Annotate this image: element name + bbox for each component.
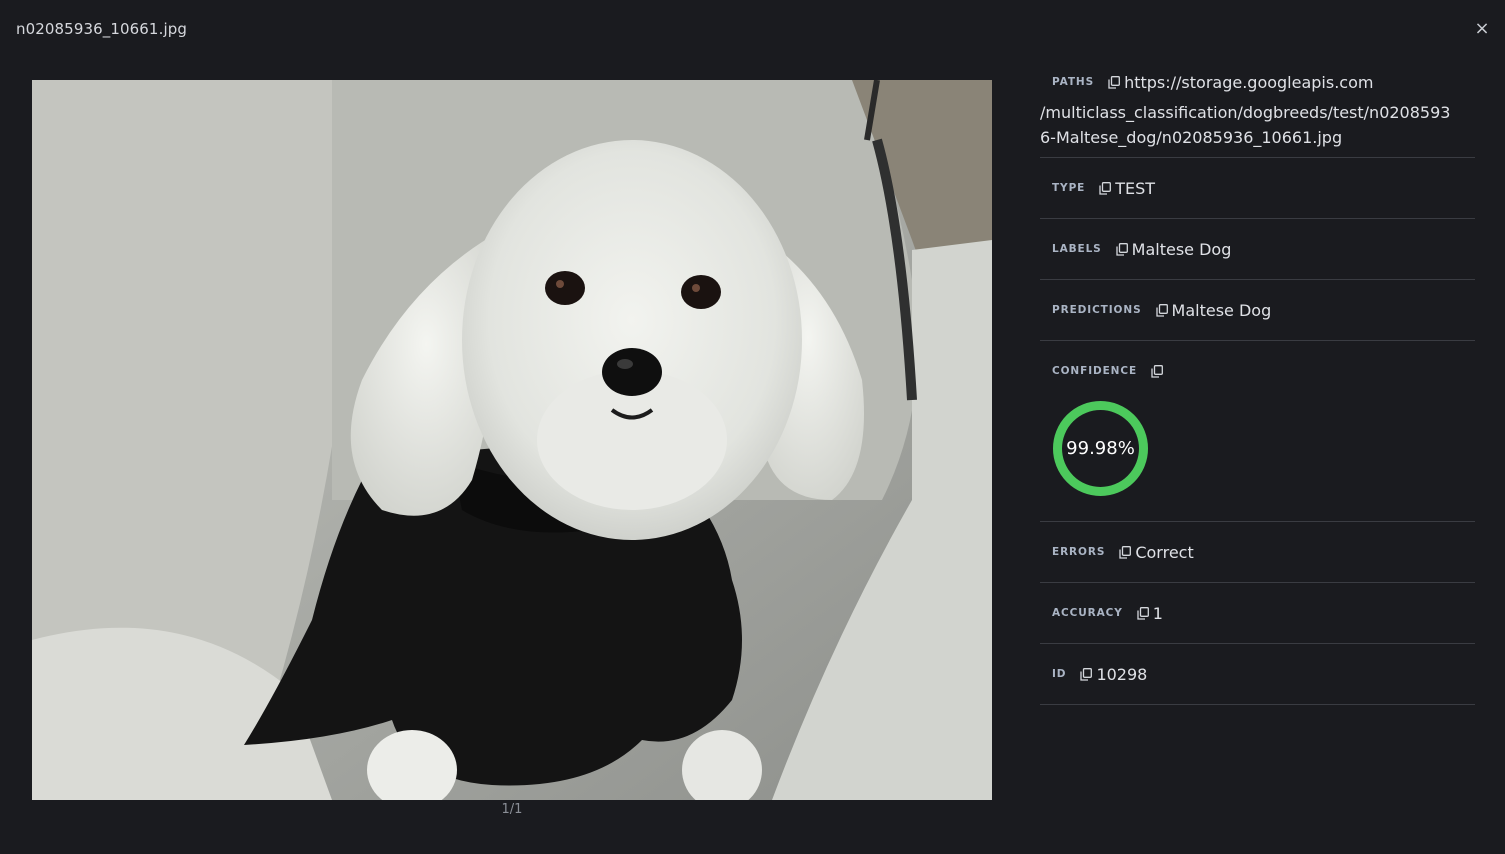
field-type: type TEST <box>1040 158 1475 219</box>
field-key-id: id <box>1052 668 1067 680</box>
field-accuracy: accuracy 1 <box>1040 583 1475 644</box>
field-labels: labels Maltese Dog <box>1040 219 1475 280</box>
field-value-paths-rest: /multiclass_classification/dogbreeds/tes… <box>1040 103 1451 147</box>
dog-image <box>32 80 992 800</box>
field-value-labels: Maltese Dog <box>1131 239 1232 259</box>
copy-icon[interactable] <box>1099 181 1112 195</box>
field-key-labels: labels <box>1052 243 1102 255</box>
copy-icon[interactable] <box>1151 364 1164 378</box>
copy-icon[interactable] <box>1155 303 1168 317</box>
close-icon[interactable]: × <box>1471 18 1493 40</box>
field-value-predictions: Maltese Dog <box>1171 300 1272 320</box>
modal-title: n02085936_10661.jpg <box>16 20 187 38</box>
field-confidence: confidence 99.98% <box>1040 341 1475 522</box>
metadata-panel: paths https://storage.googleapis.com /mu… <box>1040 62 1475 705</box>
field-value-errors: Correct <box>1135 542 1194 562</box>
confidence-value: 99.98% <box>1066 438 1135 459</box>
image-detail-modal: n02085936_10661.jpg × 1/1 PATHS https://… <box>0 0 1505 854</box>
field-key-paths: paths <box>1052 76 1095 88</box>
copy-icon[interactable] <box>1108 75 1121 89</box>
field-key-predictions: predictions <box>1052 304 1142 316</box>
field-paths: paths https://storage.googleapis.com /mu… <box>1040 62 1475 158</box>
field-id: id 10298 <box>1040 644 1475 705</box>
copy-icon[interactable] <box>1116 242 1128 256</box>
field-value-accuracy: 1 <box>1152 603 1163 623</box>
copy-icon[interactable] <box>1137 606 1149 620</box>
image-pager: 1/1 <box>501 802 523 817</box>
field-key-errors: errors <box>1052 546 1106 558</box>
field-key-type: type <box>1052 182 1086 194</box>
field-key-confidence: confidence <box>1052 365 1138 377</box>
copy-icon[interactable] <box>1119 545 1132 559</box>
field-predictions: predictions Maltese Dog <box>1040 280 1475 341</box>
field-value-type: TEST <box>1115 178 1156 198</box>
image-viewer[interactable] <box>32 80 992 800</box>
copy-icon[interactable] <box>1080 667 1093 681</box>
field-value-paths-first: https://storage.googleapis.com <box>1124 72 1374 92</box>
field-value-id: 10298 <box>1096 664 1148 684</box>
field-key-accuracy: accuracy <box>1052 607 1123 619</box>
field-errors: errors Correct <box>1040 522 1475 583</box>
confidence-ring: 99.98% <box>1052 400 1149 497</box>
